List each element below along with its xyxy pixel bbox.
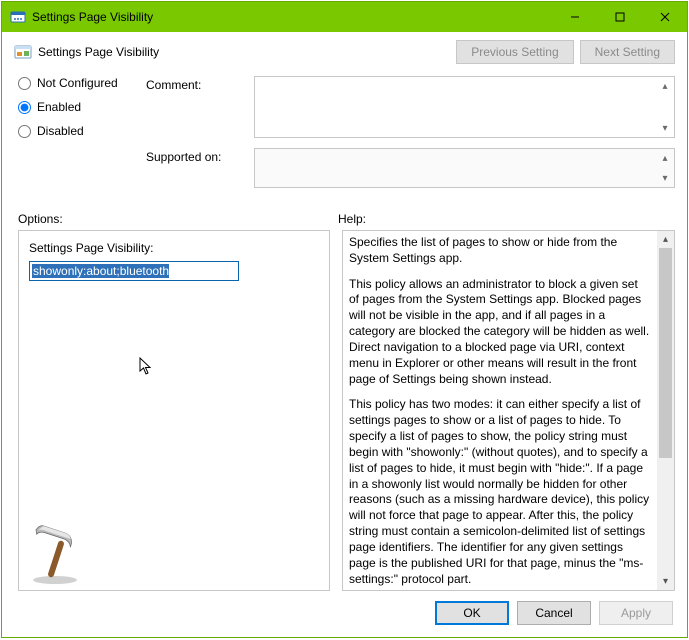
radio-disabled-input[interactable]: [18, 125, 31, 138]
scroll-down-icon[interactable]: ▾: [657, 573, 674, 590]
comment-field[interactable]: ▴ ▾: [254, 76, 675, 138]
scroll-track[interactable]: [657, 248, 674, 573]
ok-button[interactable]: OK: [435, 601, 509, 625]
next-setting-button[interactable]: Next Setting: [580, 40, 675, 64]
visibility-input[interactable]: [29, 261, 239, 281]
state-radio-group: Not Configured Enabled Disabled: [18, 76, 138, 148]
radio-enabled-label: Enabled: [37, 100, 81, 114]
supported-on-field: ▴ ▾: [254, 148, 675, 188]
radio-not-configured-input[interactable]: [18, 77, 31, 90]
radio-not-configured[interactable]: Not Configured: [18, 76, 138, 90]
cursor-icon: [139, 357, 155, 377]
config-form: Not Configured Enabled Disabled Comment:…: [2, 76, 687, 204]
chevron-down-icon[interactable]: ▾: [658, 171, 672, 185]
comment-label: Comment:: [146, 76, 246, 92]
chevron-up-icon[interactable]: ▴: [658, 79, 672, 93]
radio-not-configured-label: Not Configured: [37, 76, 118, 90]
scroll-thumb[interactable]: [659, 248, 672, 458]
policy-title: Settings Page Visibility: [38, 45, 159, 59]
help-text: Specifies the list of pages to show or h…: [343, 231, 657, 590]
supported-on-label: Supported on:: [146, 148, 246, 164]
help-paragraph: This policy has two modes: it can either…: [349, 397, 651, 587]
help-paragraph: This policy allows an administrator to b…: [349, 277, 651, 388]
help-panel: Specifies the list of pages to show or h…: [342, 230, 675, 591]
header: Settings Page Visibility Previous Settin…: [2, 32, 687, 76]
maximize-button[interactable]: [597, 2, 642, 32]
policy-icon: [14, 43, 32, 61]
minimize-button[interactable]: [552, 2, 597, 32]
section-labels: Options: Help:: [2, 204, 687, 230]
help-scrollbar[interactable]: ▴ ▾: [657, 231, 674, 590]
previous-setting-button[interactable]: Previous Setting: [456, 40, 573, 64]
radio-disabled[interactable]: Disabled: [18, 124, 138, 138]
radio-disabled-label: Disabled: [37, 124, 84, 138]
radio-enabled[interactable]: Enabled: [18, 100, 138, 114]
dialog-footer: OK Cancel Apply: [2, 591, 687, 637]
visibility-field-label: Settings Page Visibility:: [29, 241, 319, 255]
help-paragraph: Specifies the list of pages to show or h…: [349, 235, 651, 267]
close-button[interactable]: [642, 2, 687, 32]
options-panel: Settings Page Visibility:: [18, 230, 330, 591]
window-title: Settings Page Visibility: [32, 10, 153, 24]
policy-editor-window: Settings Page Visibility Settings Page V…: [1, 1, 688, 638]
apply-button[interactable]: Apply: [599, 601, 673, 625]
titlebar[interactable]: Settings Page Visibility: [2, 2, 687, 32]
scroll-up-icon[interactable]: ▴: [657, 231, 674, 248]
radio-enabled-input[interactable]: [18, 101, 31, 114]
options-heading: Options:: [18, 212, 338, 226]
chevron-up-icon[interactable]: ▴: [658, 151, 672, 165]
help-heading: Help:: [338, 212, 675, 226]
chevron-down-icon[interactable]: ▾: [658, 121, 672, 135]
cancel-button[interactable]: Cancel: [517, 601, 591, 625]
hammer-icon: [23, 522, 87, 586]
panels: Settings Page Visibility: Specifies the …: [2, 230, 687, 591]
app-icon: [10, 9, 26, 25]
